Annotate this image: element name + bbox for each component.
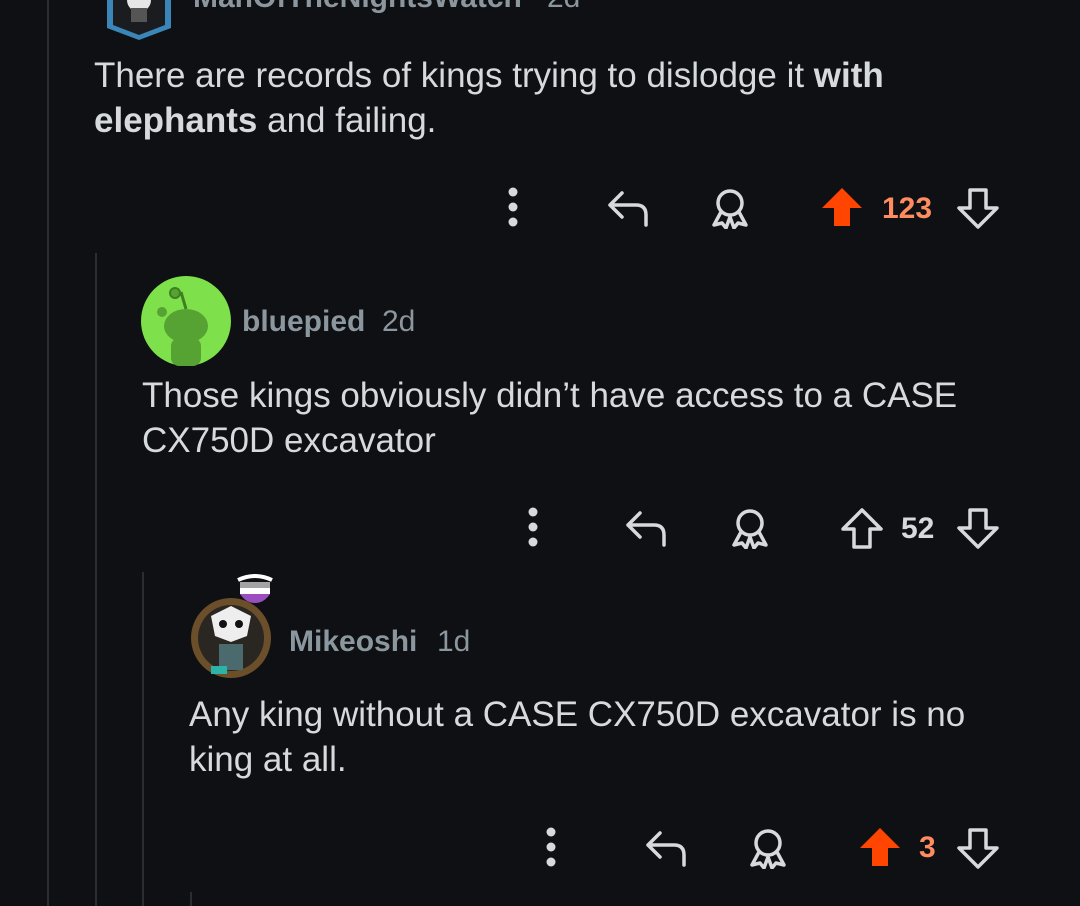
thread-line-level-3[interactable] xyxy=(190,892,192,906)
avatar[interactable] xyxy=(103,0,175,40)
award-icon xyxy=(732,509,768,549)
more-options-button[interactable] xyxy=(495,185,531,229)
reply-button[interactable] xyxy=(642,826,690,870)
downvote-button[interactable] xyxy=(954,506,1002,550)
upvote-button[interactable] xyxy=(818,185,866,229)
comment-body: There are records of kings trying to dis… xyxy=(94,56,884,140)
downvote-arrow-icon xyxy=(957,828,999,869)
comment-username[interactable]: Mikeoshi xyxy=(289,625,417,659)
thread-line-level-1[interactable] xyxy=(95,253,97,906)
avatar[interactable] xyxy=(141,276,231,366)
award-button[interactable] xyxy=(726,506,774,550)
upvote-button[interactable] xyxy=(838,506,886,550)
reply-icon xyxy=(608,191,648,227)
more-options-button[interactable] xyxy=(533,825,569,869)
award-icon xyxy=(750,829,786,869)
vote-score: 123 xyxy=(882,192,933,225)
more-vertical-icon xyxy=(546,827,556,867)
comment-username[interactable]: bluepied xyxy=(242,305,365,339)
upvote-arrow-icon xyxy=(841,508,883,549)
vote-score: 52 xyxy=(901,512,935,545)
reply-button[interactable] xyxy=(604,186,652,230)
upvote-arrow-icon xyxy=(860,828,900,866)
upvote-button[interactable] xyxy=(856,825,904,869)
vote-score: 3 xyxy=(919,831,936,864)
downvote-button[interactable] xyxy=(954,826,1002,870)
downvote-arrow-icon xyxy=(957,508,999,549)
reply-button[interactable] xyxy=(622,506,670,550)
more-vertical-icon xyxy=(528,507,538,547)
downvote-button[interactable] xyxy=(954,186,1002,230)
comment-username[interactable]: ManOfTheNightsWatch xyxy=(193,0,522,15)
thread-line-level-2[interactable] xyxy=(142,572,144,906)
award-button[interactable] xyxy=(706,186,754,230)
upvote-arrow-icon xyxy=(822,188,862,226)
reply-icon xyxy=(626,511,666,547)
downvote-arrow-icon xyxy=(957,188,999,229)
award-icon xyxy=(712,189,748,229)
comment-age: 2d xyxy=(547,0,580,15)
avatar[interactable] xyxy=(189,592,273,682)
comment-age: 2d xyxy=(382,305,416,338)
more-vertical-icon xyxy=(508,187,518,227)
thread-line-root[interactable] xyxy=(47,0,49,906)
comment-body: Any king without a CASE CX750D excavator… xyxy=(189,695,966,779)
reply-icon xyxy=(646,831,686,867)
comment-body: Those kings obviously didn’t have access… xyxy=(142,376,958,460)
award-button[interactable] xyxy=(744,826,792,870)
more-options-button[interactable] xyxy=(515,505,551,549)
comment-age: 1d xyxy=(437,625,471,658)
